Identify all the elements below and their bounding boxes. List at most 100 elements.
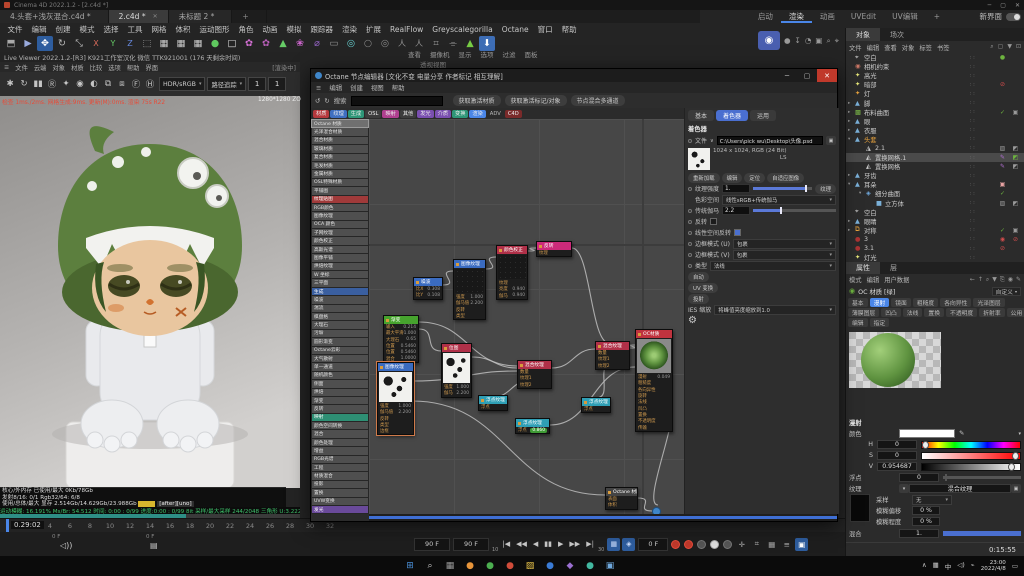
volume-icon[interactable]: ◁) [957, 561, 965, 571]
node-type-item[interactable]: 渐变 [312, 397, 368, 404]
object-tag-icon[interactable]: ⊘ [1009, 236, 1022, 243]
menu-item[interactable]: 文件 [3, 24, 27, 35]
search-icon[interactable]: ⌕ [422, 558, 438, 574]
object-label[interactable]: 置换网格 [875, 162, 900, 171]
color-swatch[interactable] [899, 429, 955, 438]
material-action-button[interactable]: 指定 [870, 318, 890, 327]
object-row[interactable]: ◉ 相机约束 ∶∶ [846, 62, 1024, 71]
gamma-slider[interactable] [753, 209, 836, 212]
object-manager-menu-item[interactable]: 文件 [849, 43, 862, 52]
value-value[interactable]: 0.954687 [877, 462, 917, 471]
network-icon[interactable]: ⌁ [971, 561, 975, 571]
filter-box-icon[interactable]: ▢ [998, 43, 1004, 51]
graph-node-param[interactable]: 强度1.000 [454, 294, 485, 300]
menu-item[interactable]: RealFlow [386, 25, 428, 34]
object-label[interactable]: 布料曲面 [864, 108, 889, 117]
object-label[interactable]: 灯 [864, 89, 870, 98]
node-type-item[interactable]: 混合材质 [312, 137, 368, 144]
material-channel-tab[interactable]: 漫射 [870, 298, 890, 307]
strength-slider[interactable] [753, 187, 812, 190]
filter-chip[interactable]: 发光 [417, 110, 433, 118]
node-type-item[interactable]: 金属材质 [312, 170, 368, 177]
graph-node-param[interactable]: 位置0.5460 [384, 349, 418, 355]
record-button[interactable] [671, 540, 680, 549]
document-tab[interactable]: 4.头套+浅灰混合.c4d * [0, 10, 109, 23]
chevron-down-icon[interactable]: ∨ [710, 138, 714, 144]
material-channel-tab[interactable]: 不透明度 [946, 308, 977, 317]
menu-item[interactable]: 选择 [99, 24, 123, 35]
play-button[interactable]: ▶ [557, 540, 564, 548]
object-label[interactable]: 牙齿 [864, 171, 877, 180]
viewport-menu-item[interactable]: 摄像机 [430, 49, 450, 59]
autokey-toggle[interactable]: ◈ [622, 538, 635, 551]
node-type-item[interactable]: W 坐标 [312, 271, 368, 278]
material-channel-tab[interactable]: 薄膜图层 [848, 308, 879, 317]
object-tag-icon[interactable]: ▣ [996, 181, 1009, 188]
menu-item[interactable]: 模式 [75, 24, 99, 35]
node-type-item[interactable]: 投影 [312, 481, 368, 488]
node-type-item[interactable]: UVW变换 [312, 498, 368, 505]
search-input[interactable] [351, 96, 443, 106]
object-row[interactable]: ■ 立方体 ∶∶ ▨ ◩ [846, 199, 1024, 208]
node-type-item[interactable]: 混合 [312, 430, 368, 437]
object-row[interactable]: ▸ ⧉ 对称 ∶∶ ✓ ▣ [846, 226, 1024, 235]
node-type-item[interactable]: 棋盘格 [312, 313, 368, 320]
graph-node-param[interactable]: 传输 [636, 424, 672, 430]
object-label[interactable]: 脚 [864, 99, 870, 108]
filter-chip[interactable]: ADV [487, 110, 504, 118]
expand-arrow-icon[interactable]: ▸ [848, 219, 855, 224]
node-type-item[interactable]: 映射 [312, 414, 368, 421]
visibility-dots[interactable]: ∶∶ [970, 136, 996, 142]
axis-x-icon[interactable]: X [88, 36, 104, 51]
octane-logo-button[interactable]: ◉ [758, 31, 780, 50]
material-channel-tab[interactable]: 法线 [903, 308, 923, 317]
app-wechat-icon[interactable]: ● [482, 558, 498, 574]
record-scale-icon[interactable]: ⌗ [750, 538, 763, 551]
ui-toggle[interactable] [1006, 13, 1021, 21]
next-key-button[interactable]: ▶▶ [568, 540, 581, 548]
node-editor-titlebar[interactable]: Octane 节点编辑器 [文化不变 电量分享 作者标记 相互理解] ─ ▢ ✕ [311, 69, 837, 82]
visibility-dots[interactable]: ∶∶ [970, 64, 996, 70]
live-viewer-menu-item[interactable]: 界面 [145, 63, 158, 72]
node-type-item[interactable]: 湍流 [312, 305, 368, 312]
graph-node[interactable]: 位图强度1.000伽马2.200 [441, 343, 472, 398]
object-row[interactable]: ✦ 高光 ∶∶ [846, 71, 1024, 80]
node-type-item[interactable]: 污垢 [312, 330, 368, 337]
fit-image-button[interactable]: 自适应图像 [767, 173, 804, 183]
graph-node-param[interactable]: 浮点 [479, 404, 507, 410]
render-dot-icon[interactable]: ● [784, 36, 791, 46]
object-manager-menu-item[interactable]: 标签 [919, 43, 932, 52]
live-viewer-menu-item[interactable]: 对象 [52, 63, 65, 72]
material-channel-tab[interactable]: 镜面 [891, 298, 911, 307]
projection-button[interactable]: 投射 [688, 294, 709, 304]
graph-node[interactable]: 浮点纹理浮点 [478, 395, 508, 411]
expand-arrow-icon[interactable]: ▸ [848, 119, 855, 124]
object-row[interactable]: ▸ ▩ 布料曲面 ∶∶ ✓ ▣ [846, 108, 1024, 117]
effector-icon[interactable]: ✿ [258, 36, 274, 51]
object-tag-icon[interactable]: ✎ [996, 163, 1009, 170]
move-icon[interactable]: ✥ [37, 36, 53, 51]
object-manager-menu-item[interactable]: 编辑 [867, 43, 880, 52]
visibility-dots[interactable]: ∶∶ [970, 173, 996, 179]
folder-icon[interactable]: ▣ [1011, 484, 1021, 493]
object-tag-icon[interactable]: ◩ [1009, 200, 1022, 207]
live-viewer-menu-item[interactable]: 选项 [108, 63, 121, 72]
visibility-dots[interactable]: ∶∶ [970, 91, 996, 97]
node-type-item[interactable]: 噪波 [312, 296, 368, 303]
object-row[interactable]: ◭ 置换网格 ∶∶ ✎ ◩ [846, 162, 1024, 171]
render-view-icon[interactable]: ▦ [156, 36, 172, 51]
redo-icon[interactable]: ↻ [324, 97, 329, 105]
node-type-item[interactable]: 烘焙纹理 [312, 263, 368, 270]
graph-node-header[interactable]: 反转 [537, 242, 571, 250]
object-label[interactable]: 头套 [864, 135, 877, 144]
app-firefox-icon[interactable]: ● [462, 558, 478, 574]
blur-scale-value[interactable]: 0 % [912, 517, 940, 526]
edit-button[interactable]: 编辑 [722, 173, 743, 183]
visibility-dots[interactable]: ∶∶ [970, 55, 996, 61]
node-type-item[interactable]: OCA 颜色 [312, 221, 368, 228]
object-tag-icon[interactable]: ✓ [996, 109, 1009, 116]
graph-node-header[interactable]: 混合纹理 [596, 342, 629, 350]
node-type-item[interactable]: 生成 [312, 288, 368, 295]
viewport-menu-item[interactable]: 面板 [525, 49, 538, 59]
material-channel-tab[interactable]: 折射率 [979, 308, 1004, 317]
